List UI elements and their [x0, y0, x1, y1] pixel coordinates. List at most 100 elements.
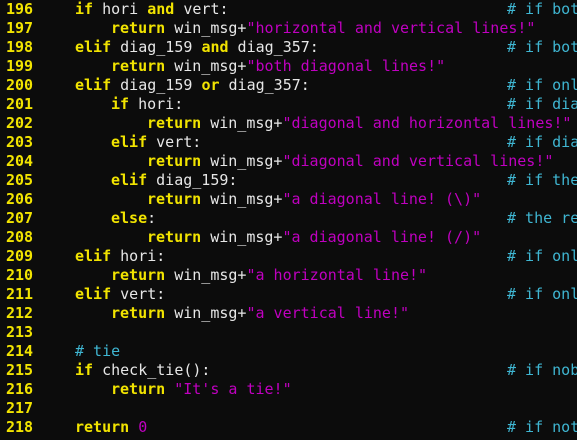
code-token: hori:: [129, 95, 184, 113]
code-token: and: [147, 0, 175, 18]
line-number: 205: [6, 171, 34, 189]
code-token: return: [111, 380, 166, 398]
code-token: return: [111, 19, 166, 37]
code-token: return: [147, 228, 202, 246]
code-token: hori:: [111, 247, 166, 265]
code-line[interactable]: 215 if check_tie(): # if nob: [0, 361, 577, 380]
line-number: 216: [6, 380, 34, 398]
code-line[interactable]: 216 return "It's a tie!": [0, 380, 577, 399]
code-token: elif: [75, 285, 112, 303]
inline-comment: # if the: [507, 171, 577, 189]
code-line[interactable]: 206 return win_msg+"a diagonal line! (\)": [0, 190, 577, 209]
line-number: 206: [6, 190, 34, 208]
code-token: elif: [75, 38, 112, 56]
code-line[interactable]: 218 return 0 # if not: [0, 418, 577, 437]
code-token: # tie: [75, 342, 121, 360]
code-text: if check_tie():: [75, 361, 210, 380]
code-token: win_msg+: [165, 266, 247, 284]
code-text: return win_msg+"horizontal and vertical …: [111, 19, 535, 38]
code-token: return: [111, 304, 166, 322]
line-number: 215: [6, 361, 34, 379]
code-token: "diagonal and horizontal lines!": [282, 114, 572, 132]
code-token: check_tie():: [93, 361, 211, 379]
code-token: diag_357:: [228, 38, 319, 56]
inline-comment: # if not: [507, 418, 577, 436]
code-line[interactable]: 201 if hori: # if dia: [0, 95, 577, 114]
code-token: 0: [138, 418, 148, 436]
code-line[interactable]: 203 elif vert: # if dia: [0, 133, 577, 152]
inline-comment: # if onl: [507, 247, 577, 265]
code-token: "both diagonal lines!": [246, 57, 446, 75]
code-token: win_msg+: [201, 114, 283, 132]
code-token: "a diagonal line! (\)": [282, 190, 482, 208]
code-line[interactable]: 198 elif diag_159 and diag_357: # if bot: [0, 38, 577, 57]
inline-comment: # the re: [507, 209, 577, 227]
code-line[interactable]: 200 elif diag_159 or diag_357: # if onl: [0, 76, 577, 95]
line-number: 207: [6, 209, 34, 227]
code-token: diag_159:: [147, 171, 238, 189]
line-number: 214: [6, 342, 34, 360]
code-line[interactable]: 211 elif vert: # if onl: [0, 285, 577, 304]
code-text: return win_msg+"a horizontal line!": [111, 266, 427, 285]
code-text: else:: [111, 209, 156, 228]
code-line[interactable]: 204 return win_msg+"diagonal and vertical…: [0, 152, 577, 171]
code-editor[interactable]: 196 if hori and vert: # if bot 197 return wi…: [0, 0, 577, 440]
code-text: elif vert:: [111, 133, 201, 152]
code-line[interactable]: 209 elif hori: # if onl: [0, 247, 577, 266]
code-token: if: [75, 361, 94, 379]
code-line[interactable]: 217: [0, 399, 577, 418]
line-number: 209: [6, 247, 34, 265]
code-line[interactable]: 208 return win_msg+"a diagonal line! (/)": [0, 228, 577, 247]
line-number: 210: [6, 266, 34, 284]
code-token: win_msg+: [201, 228, 283, 246]
inline-comment: # if bot: [507, 38, 577, 56]
code-token: win_msg+: [201, 190, 283, 208]
code-token: diag_159: [111, 38, 202, 56]
code-text: elif hori:: [75, 247, 165, 266]
code-token: win_msg+: [165, 57, 247, 75]
line-number: 208: [6, 228, 34, 246]
line-number: 198: [6, 38, 34, 56]
code-line[interactable]: 212 return win_msg+"a vertical line!": [0, 304, 577, 323]
line-number: 211: [6, 285, 34, 303]
code-token: and: [201, 38, 229, 56]
code-line[interactable]: 207 else: # the re: [0, 209, 577, 228]
code-line[interactable]: 199 return win_msg+"both diagonal lines!": [0, 57, 577, 76]
code-token: diag_357:: [219, 76, 310, 94]
code-token: diag_159: [111, 76, 202, 94]
code-line[interactable]: 197 return win_msg+"horizontal and vertic…: [0, 19, 577, 38]
code-text: return win_msg+"diagonal and vertical li…: [147, 152, 553, 171]
code-token: return: [147, 190, 202, 208]
code-text: # tie: [75, 342, 120, 361]
code-text: elif diag_159 or diag_357:: [75, 76, 310, 95]
code-token: vert:: [147, 133, 202, 151]
code-token: elif: [111, 171, 148, 189]
code-token: win_msg+: [165, 19, 247, 37]
code-text: return win_msg+"a diagonal line! (/)": [147, 228, 481, 247]
code-line[interactable]: 202 return win_msg+"diagonal and horizont…: [0, 114, 577, 133]
code-line[interactable]: 214 # tie: [0, 342, 577, 361]
code-text: return win_msg+"a vertical line!": [111, 304, 409, 323]
code-token: else: [111, 209, 148, 227]
code-line[interactable]: 210 return win_msg+"a horizontal line!": [0, 266, 577, 285]
code-line[interactable]: 205 elif diag_159: # if the: [0, 171, 577, 190]
code-token: vert:: [111, 285, 166, 303]
line-number: 217: [6, 399, 34, 417]
code-token: if: [111, 95, 130, 113]
line-number: 204: [6, 152, 34, 170]
code-token: return: [111, 266, 166, 284]
code-line[interactable]: 196 if hori and vert: # if bot: [0, 0, 577, 19]
code-text: elif diag_159:: [111, 171, 237, 190]
code-text: return win_msg+"a diagonal line! (\)": [147, 190, 481, 209]
code-token: elif: [111, 133, 148, 151]
code-token: return: [75, 418, 130, 436]
line-number: 213: [6, 323, 34, 341]
code-token: win_msg+: [201, 152, 283, 170]
code-token: vert:: [174, 0, 229, 18]
line-number: 196: [6, 0, 34, 18]
code-line[interactable]: 213: [0, 323, 577, 342]
code-text: elif vert:: [75, 285, 165, 304]
code-text: return "It's a tie!": [111, 380, 292, 399]
